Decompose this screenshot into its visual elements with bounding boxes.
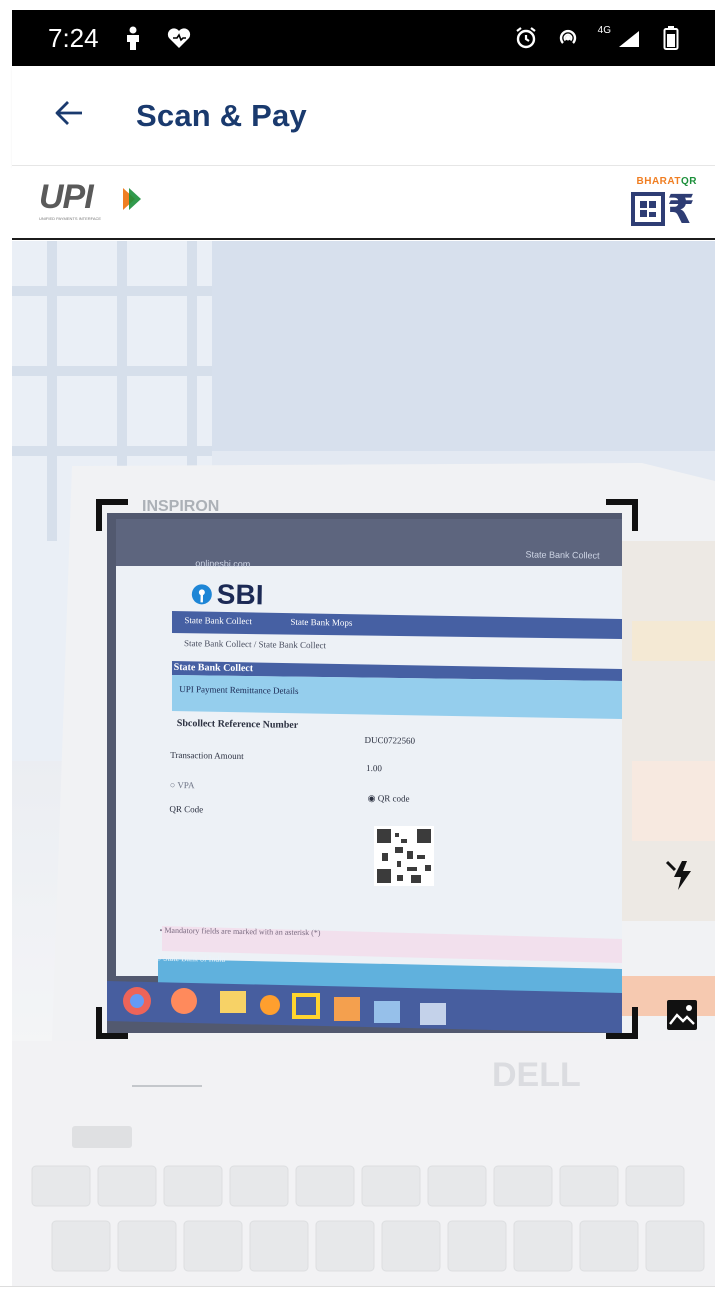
signal-icon	[617, 26, 641, 50]
status-bar: 7:24 4G	[12, 10, 715, 66]
alarm-icon	[514, 26, 538, 50]
status-left: 7:24	[48, 23, 191, 54]
upi-arrow-icon	[123, 188, 141, 210]
rupee-symbol: ₹	[667, 187, 695, 233]
scan-frame	[96, 499, 638, 1039]
flash-toggle-button[interactable]	[662, 857, 702, 897]
bharat-qr-text: BHARATQR	[637, 176, 697, 187]
gallery-icon	[666, 999, 698, 1036]
status-right: 4G	[514, 24, 683, 50]
arrow-left-icon	[54, 100, 84, 131]
upi-tagline: UNIFIED PAYMENTS INTERFACE	[39, 216, 102, 221]
camera-preview: INSPIRON DELL onlinesbi.com State Bank C…	[12, 241, 715, 1286]
scan-frame-corner-bottom-right	[606, 1007, 638, 1039]
brand-bar: UPI UNIFIED PAYMENTS INTERFACE BHARATQR …	[12, 166, 715, 240]
bottom-strip	[0, 1286, 715, 1298]
person-icon	[121, 26, 145, 50]
scan-frame-corner-bottom-left	[96, 1007, 128, 1039]
battery-icon	[659, 26, 683, 50]
hotspot-icon	[556, 26, 580, 50]
bharat-qr-suffix: QR	[681, 176, 697, 187]
upi-logo-text: UPI	[39, 178, 94, 216]
back-button[interactable]	[34, 81, 104, 151]
bharat-qr-prefix: BHARAT	[636, 176, 681, 187]
scan-frame-corner-top-left	[96, 499, 128, 531]
status-time: 7:24	[48, 22, 99, 53]
gallery-button[interactable]	[662, 997, 702, 1037]
app-bar: Scan & Pay	[12, 66, 715, 166]
heart-icon	[167, 26, 191, 50]
scan-frame-corner-top-right	[606, 499, 638, 531]
page-title: Scan & Pay	[136, 97, 307, 133]
flash-off-icon	[664, 857, 700, 898]
bharat-qr-logo: BHARATQR ₹	[631, 176, 697, 232]
network-label: 4G	[597, 24, 611, 36]
upi-logo: UPI UNIFIED PAYMENTS INTERFACE	[39, 178, 149, 222]
